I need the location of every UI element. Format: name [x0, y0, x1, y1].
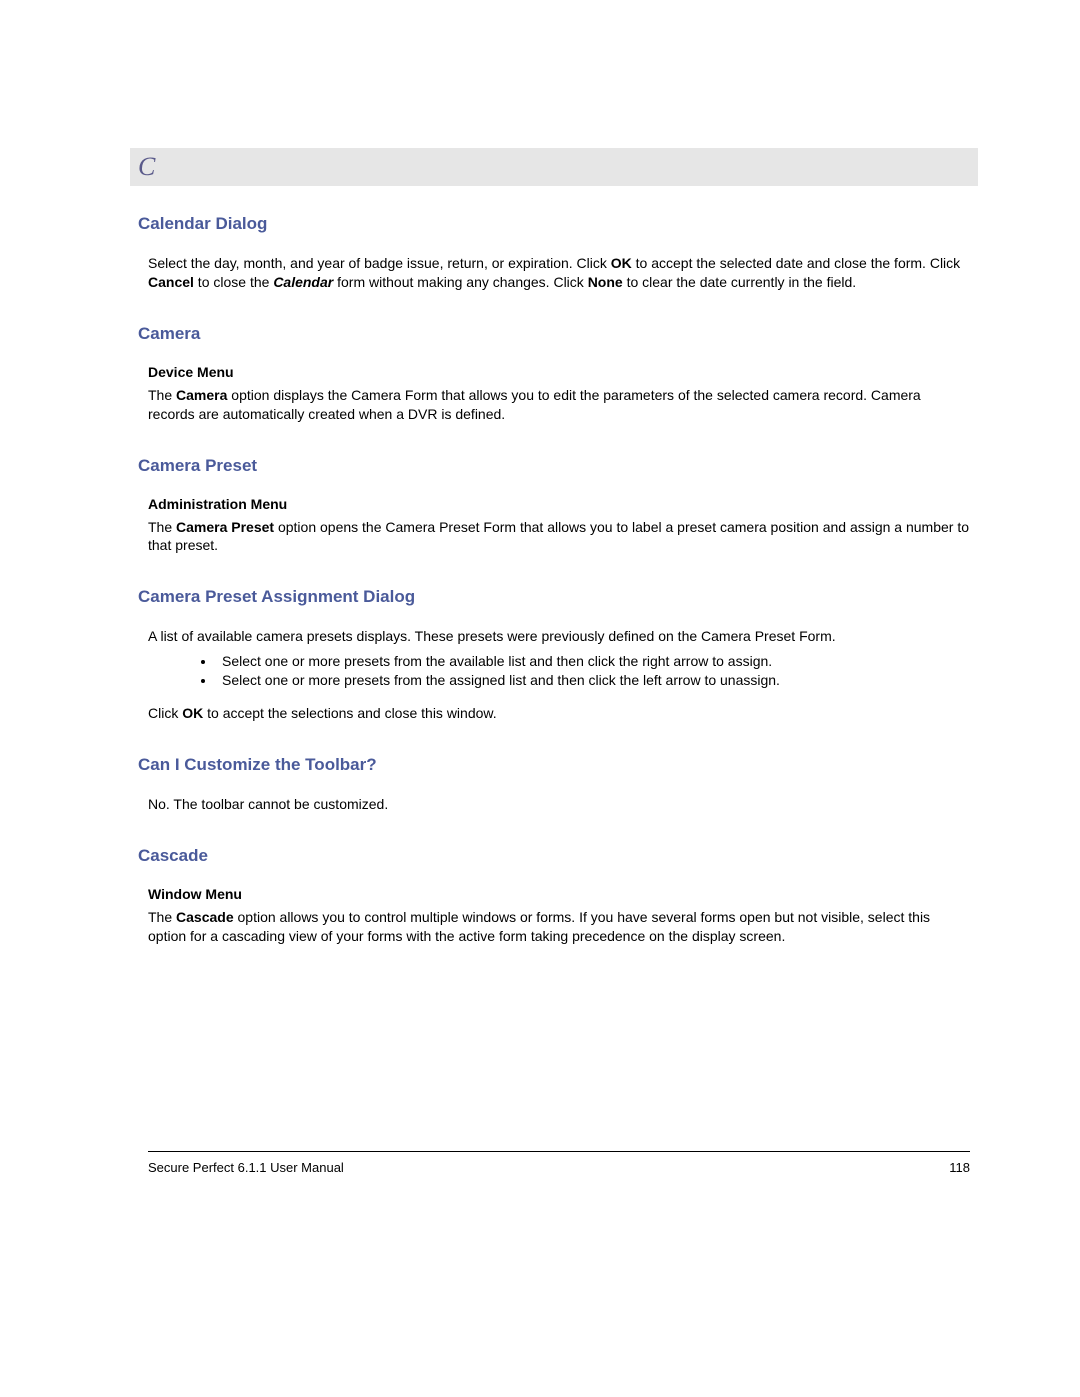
section-letter: C	[138, 152, 155, 181]
document-page: C Calendar Dialog Select the day, month,…	[0, 0, 1080, 946]
heading-calendar-dialog: Calendar Dialog	[138, 214, 970, 234]
paragraph: The Cascade option allows you to control…	[148, 908, 970, 946]
heading-cascade: Cascade	[138, 846, 970, 866]
bullet-list: Select one or more presets from the avai…	[216, 652, 970, 690]
heading-camera: Camera	[138, 324, 970, 344]
section-header-bar: C	[130, 148, 978, 186]
subheading-window-menu: Window Menu	[148, 886, 970, 902]
section-cascade: Cascade Window Menu The Cascade option a…	[138, 846, 970, 946]
page-footer: Secure Perfect 6.1.1 User Manual 118	[148, 1151, 970, 1175]
page-number: 118	[949, 1160, 970, 1175]
paragraph: No. The toolbar cannot be customized.	[148, 795, 970, 814]
paragraph: The Camera option displays the Camera Fo…	[148, 386, 970, 424]
section-camera: Camera Device Menu The Camera option dis…	[138, 324, 970, 424]
section-camera-preset-assignment: Camera Preset Assignment Dialog A list o…	[138, 587, 970, 723]
heading-camera-preset-assignment: Camera Preset Assignment Dialog	[138, 587, 970, 607]
paragraph: The Camera Preset option opens the Camer…	[148, 518, 970, 556]
section-calendar-dialog: Calendar Dialog Select the day, month, a…	[138, 214, 970, 292]
subheading-device-menu: Device Menu	[148, 364, 970, 380]
section-customize-toolbar: Can I Customize the Toolbar? No. The too…	[138, 755, 970, 814]
heading-camera-preset: Camera Preset	[138, 456, 970, 476]
paragraph: A list of available camera presets displ…	[148, 627, 970, 646]
paragraph: Click OK to accept the selections and cl…	[148, 704, 970, 723]
footer-title: Secure Perfect 6.1.1 User Manual	[148, 1160, 344, 1175]
heading-customize-toolbar: Can I Customize the Toolbar?	[138, 755, 970, 775]
paragraph: Select the day, month, and year of badge…	[148, 254, 970, 292]
list-item: Select one or more presets from the avai…	[216, 652, 970, 671]
section-camera-preset: Camera Preset Administration Menu The Ca…	[138, 456, 970, 556]
list-item: Select one or more presets from the assi…	[216, 671, 970, 690]
subheading-administration-menu: Administration Menu	[148, 496, 970, 512]
